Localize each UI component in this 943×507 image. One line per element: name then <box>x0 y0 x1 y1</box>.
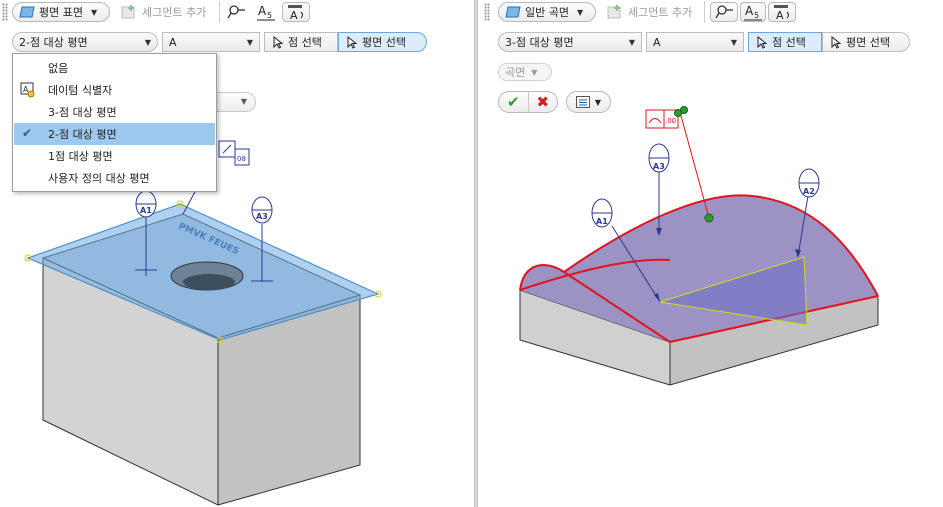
balloon-label-a3: A3 <box>256 212 268 221</box>
right-model-view: A1 A3 A2 .00 <box>519 106 879 386</box>
leader-grip-point[interactable] <box>704 213 714 223</box>
tag-grip-point[interactable] <box>680 106 688 114</box>
profile-leader <box>679 111 710 219</box>
balloon-label-a1: A1 <box>596 217 608 226</box>
balloon-label-a1: A1 <box>140 206 152 215</box>
svg-text:.00: .00 <box>665 117 676 125</box>
panel-divider <box>474 0 478 507</box>
svg-text:08: 08 <box>237 155 246 163</box>
datum-identifier-icon: A <box>20 82 35 98</box>
check-icon: ✔ <box>22 126 33 140</box>
target-plane-dropdown-menu: 없음 A 데이텀 식별자 3-점 대상 평면 ✔ 2-점 대상 평면 1점 대상… <box>12 53 217 192</box>
right-viewport: 일반 곡면 ▼ 세그먼트 추가 A5 A 3-점 대상 평면 ▼ A ▼ 점 선… <box>480 0 943 507</box>
balloon-label-a3: A3 <box>653 162 665 171</box>
menu-item-3pt-target-plane[interactable]: 3-점 대상 평면 <box>14 101 215 123</box>
left-viewport: 평면 표면 ▼ 세그먼트 추가 A5 A 2-점 대상 평면 ▼ A ▼ 점 선… <box>0 0 472 507</box>
menu-item-none[interactable]: 없음 <box>14 57 215 79</box>
menu-item-label: 없음 <box>48 62 69 75</box>
menu-item-custom-target-plane[interactable]: 사용자 정의 대상 평면 <box>14 167 215 189</box>
menu-item-label: 2-점 대상 평면 <box>48 128 117 141</box>
menu-item-label: 사용자 정의 대상 평면 <box>48 172 150 185</box>
menu-item-1pt-target-plane[interactable]: 1점 대상 평면 <box>14 145 215 167</box>
menu-item-label: 데이텀 식별자 <box>48 84 113 97</box>
balloon-label-a2: A2 <box>803 187 815 196</box>
menu-item-label: 3-점 대상 평면 <box>48 106 117 119</box>
menu-item-2pt-target-plane[interactable]: ✔ 2-점 대상 평면 <box>14 123 215 145</box>
menu-item-label: 1점 대상 평면 <box>48 150 113 163</box>
hole-inner <box>183 274 235 290</box>
menu-item-datum-identifier[interactable]: A 데이텀 식별자 <box>14 79 215 101</box>
